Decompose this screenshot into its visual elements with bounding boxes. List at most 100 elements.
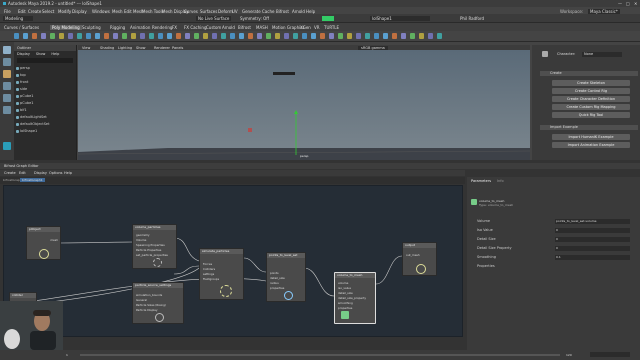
menu-item[interactable]: Display xyxy=(72,9,87,14)
symmetry-select[interactable]: Symmetry: Off xyxy=(240,16,269,21)
render-icon[interactable] xyxy=(322,15,334,21)
shelf-tab[interactable]: FX xyxy=(172,25,177,30)
user-name[interactable]: Phil Radford xyxy=(460,16,484,21)
bifrost-menu-item[interactable]: Edit xyxy=(19,171,26,175)
workspace-select[interactable]: Maya Classic* xyxy=(588,8,620,14)
timeline-start[interactable]: 1 xyxy=(66,353,68,357)
shelf-tool-icon[interactable] xyxy=(32,33,37,39)
shelf-tool-icon[interactable] xyxy=(410,33,415,39)
shelf-tool-icon[interactable] xyxy=(347,33,352,39)
shelf-tool-icon[interactable] xyxy=(95,33,100,39)
menu-item[interactable]: UV xyxy=(232,9,238,14)
shelf-tool-icon[interactable] xyxy=(185,33,190,39)
shelf-tool-icon[interactable] xyxy=(356,33,361,39)
shelf-tool-icon[interactable] xyxy=(329,33,334,39)
node-port[interactable]: properties xyxy=(338,306,352,310)
node-port[interactable]: General xyxy=(136,298,147,302)
menu-item[interactable]: Arnold xyxy=(292,9,305,14)
outliner-menu-item[interactable]: Display xyxy=(17,52,30,56)
bifrost-menu-item[interactable]: Help xyxy=(64,171,72,175)
node-port[interactable]: set_particle_properties xyxy=(136,253,168,257)
shelf-tool-icon[interactable] xyxy=(194,33,199,39)
outliner-item[interactable]: side xyxy=(16,87,27,91)
close-button[interactable]: ✕ xyxy=(634,1,637,6)
parameter-field[interactable]: 0 xyxy=(555,227,630,233)
import-section[interactable]: Import Example xyxy=(540,125,638,130)
menu-item[interactable]: Help xyxy=(306,9,315,14)
mode-select[interactable]: Modeling xyxy=(3,16,33,21)
import-button[interactable]: Import HumanIK Example xyxy=(552,134,630,140)
shelf-tool-icon[interactable] xyxy=(428,33,433,39)
shelf-tab[interactable]: VR xyxy=(314,25,320,30)
shelf-tool-icon[interactable] xyxy=(239,33,244,39)
menu-item[interactable]: Edit xyxy=(18,9,26,14)
menu-item[interactable]: Surfaces xyxy=(200,9,217,14)
shelf-tool-icon[interactable] xyxy=(284,33,289,39)
node-port[interactable]: simulation_bounds xyxy=(136,293,162,297)
create-button[interactable]: Create Skeleton xyxy=(552,80,630,86)
paint-tool-icon[interactable] xyxy=(3,70,11,78)
shelf-tool-icon[interactable] xyxy=(437,33,442,39)
node-port[interactable]: properties xyxy=(270,286,284,290)
viewport-menu-item[interactable]: Renderer xyxy=(154,46,170,50)
node-port[interactable]: Particle Properties xyxy=(136,248,161,252)
shelf-tab[interactable]: FX Caching xyxy=(184,25,206,30)
node-volume-to-mesh[interactable]: volume_to_mesh volume iso_value detail_s… xyxy=(334,272,376,324)
node-particle-source-settings[interactable]: particle_source_settings simulation_boun… xyxy=(132,282,184,324)
outliner-menu-item[interactable]: Help xyxy=(51,52,59,56)
shelf-tool-icon[interactable] xyxy=(374,33,379,39)
shelf-tool-icon[interactable] xyxy=(23,33,28,39)
shelf-tool-icon[interactable] xyxy=(149,33,154,39)
parameter-field[interactable]: 0 xyxy=(555,236,630,242)
outliner-item[interactable]: front xyxy=(16,80,28,84)
shelf-tool-icon[interactable] xyxy=(401,33,406,39)
node-port[interactable]: Colliders xyxy=(203,267,215,271)
create-button[interactable]: Create Custom Rig Mapping xyxy=(552,104,630,110)
viewport-3d[interactable]: persp xyxy=(78,50,530,160)
menu-item[interactable]: Mesh Tools xyxy=(142,9,164,14)
shelf-tool-icon[interactable] xyxy=(383,33,388,39)
shelf-tool-icon[interactable] xyxy=(311,33,316,39)
shelf-tool-icon[interactable] xyxy=(212,33,217,39)
bifrost-menu-item[interactable]: Create xyxy=(4,171,16,175)
shelf-tool-icon[interactable] xyxy=(113,33,118,39)
graph-tab[interactable]: bifrostGraph1 xyxy=(20,178,45,182)
shelf-tool-icon[interactable] xyxy=(392,33,397,39)
shelf-tool-icon[interactable] xyxy=(275,33,280,39)
node-port[interactable]: detail_size xyxy=(338,291,353,295)
bifrost-menu-item[interactable]: Options xyxy=(49,171,63,175)
shelf-tab[interactable]: Rigging xyxy=(110,25,125,30)
shelf-tool-icon[interactable] xyxy=(122,33,127,39)
menu-item[interactable]: Deform xyxy=(218,9,233,14)
shelf-tab[interactable]: Rendering xyxy=(152,25,172,30)
node-port[interactable]: Particle Sizes (Rising) xyxy=(136,303,166,307)
node-output[interactable]: output out_mesh xyxy=(402,242,437,276)
node-simulate-particles[interactable]: simulate_particles Forces Colliders sett… xyxy=(199,248,244,300)
node-port[interactable]: settings xyxy=(203,272,214,276)
outliner-item[interactable]: bif1 xyxy=(16,108,27,112)
viewport-menu-item[interactable]: View xyxy=(82,46,90,50)
shelf-tool-icon[interactable] xyxy=(104,33,109,39)
shelf-tool-icon[interactable] xyxy=(221,33,226,39)
shelf-tab[interactable]: TURTLE xyxy=(324,25,339,30)
node-port[interactable]: points xyxy=(270,271,279,275)
node-port[interactable]: out_mesh xyxy=(406,253,420,257)
timeline-slider[interactable] xyxy=(80,354,560,356)
shelf-tool-icon[interactable] xyxy=(257,33,262,39)
menu-item[interactable]: Create xyxy=(28,9,41,14)
shelf-tool-icon[interactable] xyxy=(86,33,91,39)
shelf-tool-icon[interactable] xyxy=(41,33,46,39)
node-port[interactable]: Forces xyxy=(203,262,212,266)
shelf-tool-icon[interactable] xyxy=(230,33,235,39)
node-port[interactable]: detail_size xyxy=(270,276,285,280)
menu-item[interactable]: Select xyxy=(42,9,54,14)
node-pobject[interactable]: pObject mesh xyxy=(26,226,61,260)
shelf-tool-icon[interactable] xyxy=(59,33,64,39)
shelf-tool-icon[interactable] xyxy=(131,33,136,39)
shelf-tool-icon[interactable] xyxy=(302,33,307,39)
node-port[interactable]: volume xyxy=(338,281,348,285)
outliner-item[interactable]: lolShape1 xyxy=(16,129,37,133)
menu-item[interactable]: Windows xyxy=(92,9,110,14)
shelf-tab[interactable]: XGen xyxy=(300,25,311,30)
playback-controls[interactable] xyxy=(590,352,630,357)
